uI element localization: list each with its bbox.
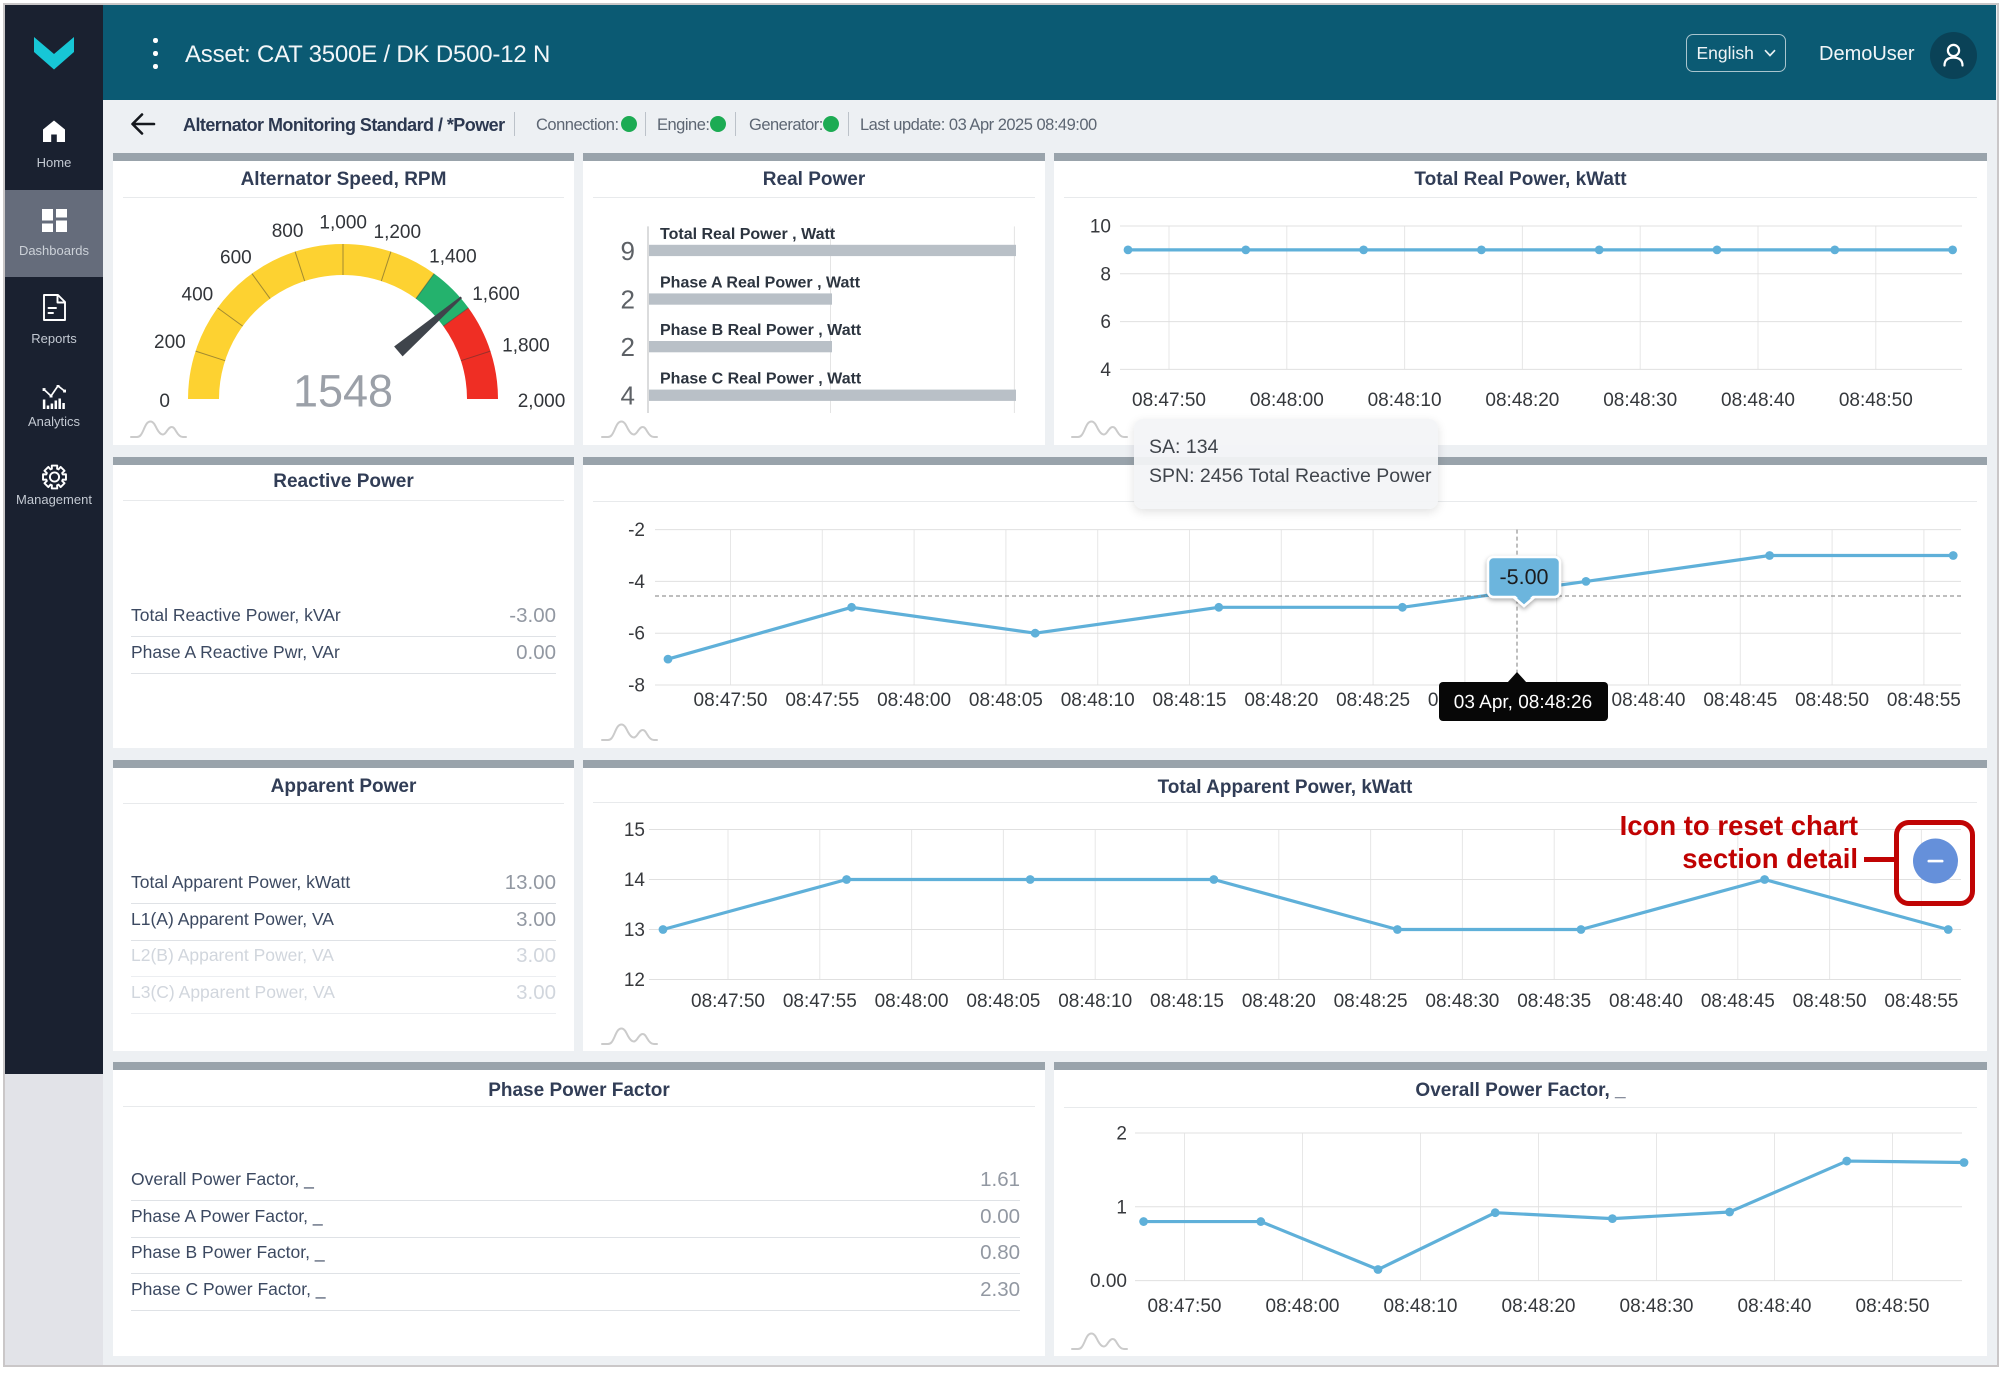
svg-text:08:47:50: 08:47:50 — [694, 690, 768, 711]
svg-text:08:48:20: 08:48:20 — [1244, 690, 1318, 711]
svg-text:Phase C Real Power , Watt: Phase C Real Power , Watt — [660, 371, 862, 388]
svg-text:08:48:55: 08:48:55 — [1884, 991, 1958, 1012]
svg-text:08:48:50: 08:48:50 — [1795, 690, 1869, 711]
svg-text:08:48:30: 08:48:30 — [1620, 1296, 1694, 1317]
svg-text:2: 2 — [621, 284, 635, 314]
svg-text:08:47:50: 08:47:50 — [1132, 390, 1206, 411]
svg-text:2: 2 — [1116, 1124, 1127, 1145]
svg-text:1,000: 1,000 — [319, 212, 367, 233]
svg-text:10: 10 — [1090, 217, 1111, 238]
svg-text:08:48:40: 08:48:40 — [1609, 991, 1683, 1012]
svg-text:1,200: 1,200 — [374, 221, 422, 242]
svg-text:6: 6 — [1100, 312, 1111, 333]
svg-text:08:48:05: 08:48:05 — [969, 690, 1043, 711]
svg-text:1,600: 1,600 — [472, 284, 520, 305]
svg-text:03 Apr, 08:48:26: 03 Apr, 08:48:26 — [1454, 692, 1592, 713]
svg-text:12: 12 — [624, 970, 645, 991]
svg-text:08:48:40: 08:48:40 — [1738, 1296, 1812, 1317]
svg-text:8: 8 — [1100, 264, 1111, 285]
svg-text:08:48:25: 08:48:25 — [1334, 991, 1408, 1012]
svg-text:08:48:00: 08:48:00 — [875, 991, 949, 1012]
svg-text:08:48:50: 08:48:50 — [1793, 991, 1867, 1012]
svg-text:1,800: 1,800 — [502, 335, 550, 356]
svg-text:08:48:40: 08:48:40 — [1721, 390, 1795, 411]
svg-text:08:47:55: 08:47:55 — [783, 991, 857, 1012]
svg-text:08:48:15: 08:48:15 — [1153, 690, 1227, 711]
svg-text:-2: -2 — [628, 520, 645, 541]
svg-text:0: 0 — [159, 390, 170, 411]
svg-text:13: 13 — [624, 920, 645, 941]
svg-text:08:48:05: 08:48:05 — [966, 991, 1040, 1012]
svg-text:1,400: 1,400 — [429, 246, 477, 267]
svg-text:08:48:35: 08:48:35 — [1517, 991, 1591, 1012]
svg-text:08:48:20: 08:48:20 — [1242, 991, 1316, 1012]
svg-text:08:48:55: 08:48:55 — [1887, 690, 1961, 711]
svg-text:-5.00: -5.00 — [1499, 565, 1548, 589]
svg-text:08:47:55: 08:47:55 — [785, 690, 859, 711]
svg-text:08:48:00: 08:48:00 — [1250, 390, 1324, 411]
svg-text:2: 2 — [621, 332, 635, 362]
svg-text:Total Real Power , Watt: Total Real Power , Watt — [660, 226, 836, 243]
svg-text:400: 400 — [182, 284, 214, 305]
svg-text:08:48:10: 08:48:10 — [1061, 690, 1135, 711]
svg-text:0.00: 0.00 — [1090, 1271, 1127, 1292]
svg-text:08:48:40: 08:48:40 — [1612, 690, 1686, 711]
svg-text:08:48:30: 08:48:30 — [1425, 991, 1499, 1012]
svg-text:15: 15 — [624, 820, 645, 841]
svg-text:08:48:50: 08:48:50 — [1856, 1296, 1930, 1317]
svg-text:08:48:00: 08:48:00 — [1266, 1296, 1340, 1317]
svg-text:1548: 1548 — [293, 365, 393, 416]
svg-text:1: 1 — [1116, 1197, 1127, 1218]
svg-text:Phase B Real Power , Watt: Phase B Real Power , Watt — [660, 322, 862, 339]
svg-text:08:48:10: 08:48:10 — [1368, 390, 1442, 411]
svg-text:4: 4 — [1100, 360, 1111, 381]
svg-text:08:48:10: 08:48:10 — [1058, 991, 1132, 1012]
svg-text:08:48:20: 08:48:20 — [1502, 1296, 1576, 1317]
svg-text:08:48:20: 08:48:20 — [1485, 390, 1559, 411]
svg-text:-8: -8 — [628, 676, 645, 697]
svg-text:200: 200 — [154, 332, 186, 353]
svg-text:-4: -4 — [628, 572, 645, 593]
svg-text:08:48:30: 08:48:30 — [1603, 390, 1677, 411]
svg-text:9: 9 — [621, 236, 635, 266]
svg-text:08:48:10: 08:48:10 — [1384, 1296, 1458, 1317]
svg-text:08:48:00: 08:48:00 — [877, 690, 951, 711]
svg-text:08:48:45: 08:48:45 — [1703, 690, 1777, 711]
svg-text:-6: -6 — [628, 624, 645, 645]
svg-text:08:48:45: 08:48:45 — [1701, 991, 1775, 1012]
svg-text:08:48:50: 08:48:50 — [1839, 390, 1913, 411]
svg-text:08:48:15: 08:48:15 — [1150, 991, 1224, 1012]
svg-text:2,000: 2,000 — [518, 390, 566, 411]
svg-text:08:48:25: 08:48:25 — [1336, 690, 1410, 711]
svg-text:600: 600 — [220, 247, 252, 268]
svg-text:14: 14 — [624, 870, 646, 891]
svg-text:Phase A Real Power , Watt: Phase A Real Power , Watt — [660, 274, 861, 291]
svg-text:08:47:50: 08:47:50 — [1148, 1296, 1222, 1317]
svg-text:800: 800 — [272, 220, 304, 241]
svg-text:4: 4 — [621, 381, 635, 411]
svg-text:08:47:50: 08:47:50 — [691, 991, 765, 1012]
